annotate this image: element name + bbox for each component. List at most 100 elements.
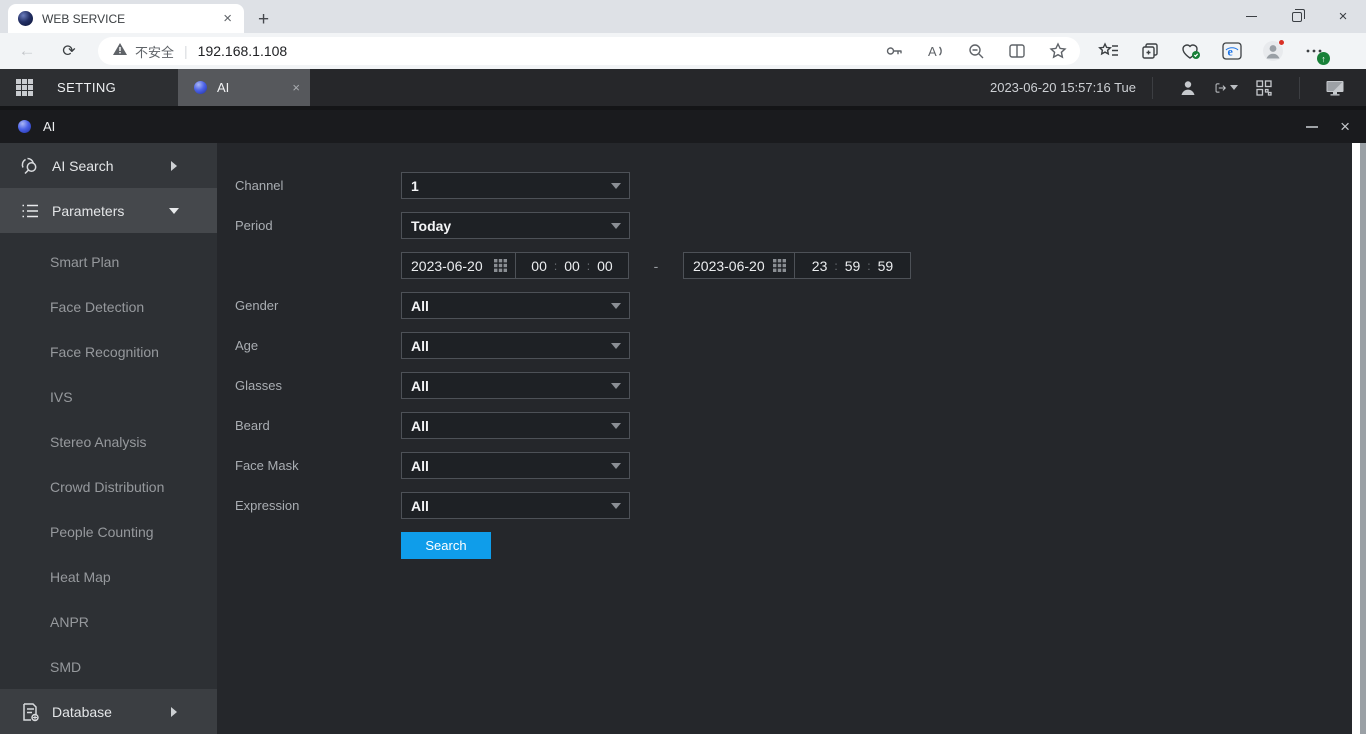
calendar-icon[interactable] [493,258,508,273]
favorites-bar-icon[interactable] [1097,39,1121,63]
address-bar[interactable]: 不安全 | 192.168.1.108 A [98,37,1080,65]
beard-select[interactable]: All [401,412,630,439]
sidebar-item-ivs[interactable]: IVS [0,374,217,419]
ai-dialog-icon [18,120,31,133]
favorite-star-icon[interactable] [1046,39,1070,63]
time-colon: : [867,259,870,273]
parameters-icon [18,200,42,222]
display-monitor-icon[interactable] [1323,77,1347,99]
end-hour[interactable]: 23 [812,258,828,274]
window-controls: × [1228,0,1366,33]
header-separator [1299,77,1300,99]
start-hour[interactable]: 00 [531,258,547,274]
svg-text:A: A [928,44,937,59]
page-scrollbar[interactable] [1352,143,1366,734]
end-time-input[interactable]: 23 : 59 : 59 [795,252,911,279]
expand-right-icon [171,707,177,717]
sidebar-item-anpr[interactable]: ANPR [0,599,217,644]
gender-value: All [411,298,611,314]
period-select[interactable]: Today [401,212,630,239]
browser-essentials-icon[interactable] [1179,39,1203,63]
logout-dropdown-chevron-icon[interactable] [1230,85,1238,90]
period-value: Today [411,218,611,234]
main-menu-setting[interactable]: SETTING [0,69,178,106]
browser-menu-icon[interactable]: ↑ [1302,39,1326,63]
sidebar-item-face-detection[interactable]: Face Detection [0,284,217,329]
calendar-icon[interactable] [772,258,787,273]
sidebar-item-smd[interactable]: SMD [0,644,217,689]
setting-label: SETTING [57,80,116,95]
sidebar-item-crowd-distribution[interactable]: Crowd Distribution [0,464,217,509]
window-minimize-button[interactable] [1228,0,1274,33]
address-divider: | [184,43,188,59]
minimize-icon [1246,16,1257,17]
sidebar-item-database[interactable]: Database [0,689,217,734]
start-second[interactable]: 00 [597,258,613,274]
beard-row: Beard All [235,412,1352,439]
sidebar-item-stereo-analysis[interactable]: Stereo Analysis [0,419,217,464]
back-icon[interactable]: ← [14,41,40,61]
sidebar-item-people-counting[interactable]: People Counting [0,509,217,554]
browser-profile-avatar[interactable] [1261,39,1285,63]
search-button[interactable]: Search [401,532,491,559]
glasses-row: Glasses All [235,372,1352,399]
logout-icon[interactable] [1214,77,1238,99]
url-text[interactable]: 192.168.1.108 [198,43,865,59]
scrollbar-thumb[interactable] [1360,143,1366,734]
glasses-select[interactable]: All [401,372,630,399]
chevron-down-icon [611,383,621,389]
end-second[interactable]: 59 [878,258,894,274]
face-mask-select[interactable]: All [401,452,630,479]
ai-search-icon [18,155,42,177]
ai-tab-icon [194,81,207,94]
sidebar-item-smart-plan[interactable]: Smart Plan [0,239,217,284]
browser-tab-title: WEB SERVICE [42,12,219,26]
read-aloud-icon[interactable]: A [923,39,947,63]
expression-value: All [411,498,611,514]
end-date-input[interactable]: 2023-06-20 [683,252,795,279]
parameters-label: Parameters [52,203,124,219]
apps-grid-icon[interactable] [16,79,33,96]
update-available-badge: ↑ [1317,52,1330,65]
time-colon: : [554,259,557,273]
age-select[interactable]: All [401,332,630,359]
gender-select[interactable]: All [401,292,630,319]
sidebar-item-face-recognition[interactable]: Face Recognition [0,329,217,374]
collections-icon[interactable] [1138,39,1162,63]
gender-row: Gender All [235,292,1352,319]
chevron-down-icon [611,303,621,309]
start-date-input[interactable]: 2023-06-20 [401,252,516,279]
profile-alert-dot [1278,39,1285,46]
app-tab-ai[interactable]: AI × [178,69,310,106]
password-key-icon[interactable] [882,39,906,63]
sidebar-item-heat-map[interactable]: Heat Map [0,554,217,599]
browser-tab-web-service[interactable]: WEB SERVICE × [8,4,244,33]
end-minute[interactable]: 59 [845,258,861,274]
ie-mode-icon[interactable]: e [1220,39,1244,63]
qr-code-icon[interactable] [1252,77,1276,99]
start-minute[interactable]: 00 [564,258,580,274]
dialog-minimize-icon[interactable] [1306,126,1318,128]
browser-tabstrip: WEB SERVICE × + × [0,0,1366,33]
expression-select[interactable]: All [401,492,630,519]
chevron-down-icon [611,183,621,189]
channel-select[interactable]: 1 [401,172,630,199]
reload-icon[interactable]: ⟳ [56,41,82,61]
age-label: Age [235,338,401,353]
zoom-out-icon[interactable] [964,39,988,63]
not-secure-label[interactable]: 不安全 [135,42,174,61]
user-account-icon[interactable] [1176,77,1200,99]
tab-close-icon[interactable]: × [219,10,236,27]
new-tab-button[interactable]: + [258,10,269,29]
dialog-close-icon[interactable]: × [1340,118,1350,135]
window-restore-button[interactable] [1274,0,1320,33]
start-time-input[interactable]: 00 : 00 : 00 [516,252,629,279]
chevron-down-icon [611,343,621,349]
ai-tab-close-icon[interactable]: × [292,80,300,95]
sidebar-item-parameters[interactable]: Parameters [0,188,217,233]
not-secure-warning-icon [112,42,128,61]
window-close-button[interactable]: × [1320,0,1366,33]
split-screen-icon[interactable] [1005,39,1029,63]
sidebar-item-ai-search[interactable]: AI Search [0,143,217,188]
ai-search-label: AI Search [52,158,113,174]
